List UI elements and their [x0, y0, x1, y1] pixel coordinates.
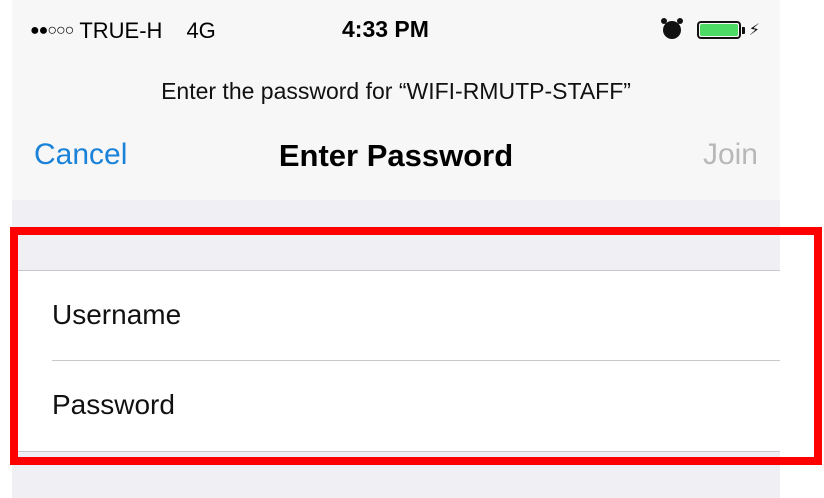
charging-icon: ⚡: [748, 22, 760, 39]
join-button[interactable]: Join: [703, 138, 758, 172]
carrier-name: TRUE-H: [79, 18, 163, 43]
battery-icon: ⚡: [696, 20, 760, 40]
network-prompt: Enter the password for “WIFI-RMUTP-STAFF…: [161, 78, 631, 104]
username-label: Username: [52, 299, 182, 330]
signal-strength-indicator: ●●○○○: [30, 22, 74, 39]
status-left: ●●○○○ TRUE-H 4G: [30, 18, 216, 44]
password-input[interactable]: [262, 383, 756, 431]
username-row[interactable]: Username: [12, 271, 780, 361]
wifi-password-screen: ●●○○○ TRUE-H 4G 4:33 PM ⚡ Enter the pass…: [12, 0, 780, 498]
status-right: ⚡: [660, 18, 760, 40]
password-header: Enter the password for “WIFI-RMUTP-STAFF…: [12, 58, 780, 201]
password-row[interactable]: Password: [12, 361, 780, 451]
battery-tip: [741, 26, 745, 34]
username-input[interactable]: [262, 293, 756, 341]
alarm-icon: [660, 18, 683, 39]
battery-fill: [699, 24, 738, 36]
status-time: 4:33 PM: [342, 16, 429, 42]
credentials-form: Username Password: [12, 270, 780, 452]
network-type: 4G: [186, 18, 216, 43]
page-title: Enter Password: [278, 138, 514, 173]
battery-body: [696, 21, 741, 39]
status-bar: ●●○○○ TRUE-H 4G 4:33 PM ⚡: [12, 0, 780, 58]
password-label: Password: [52, 389, 175, 420]
